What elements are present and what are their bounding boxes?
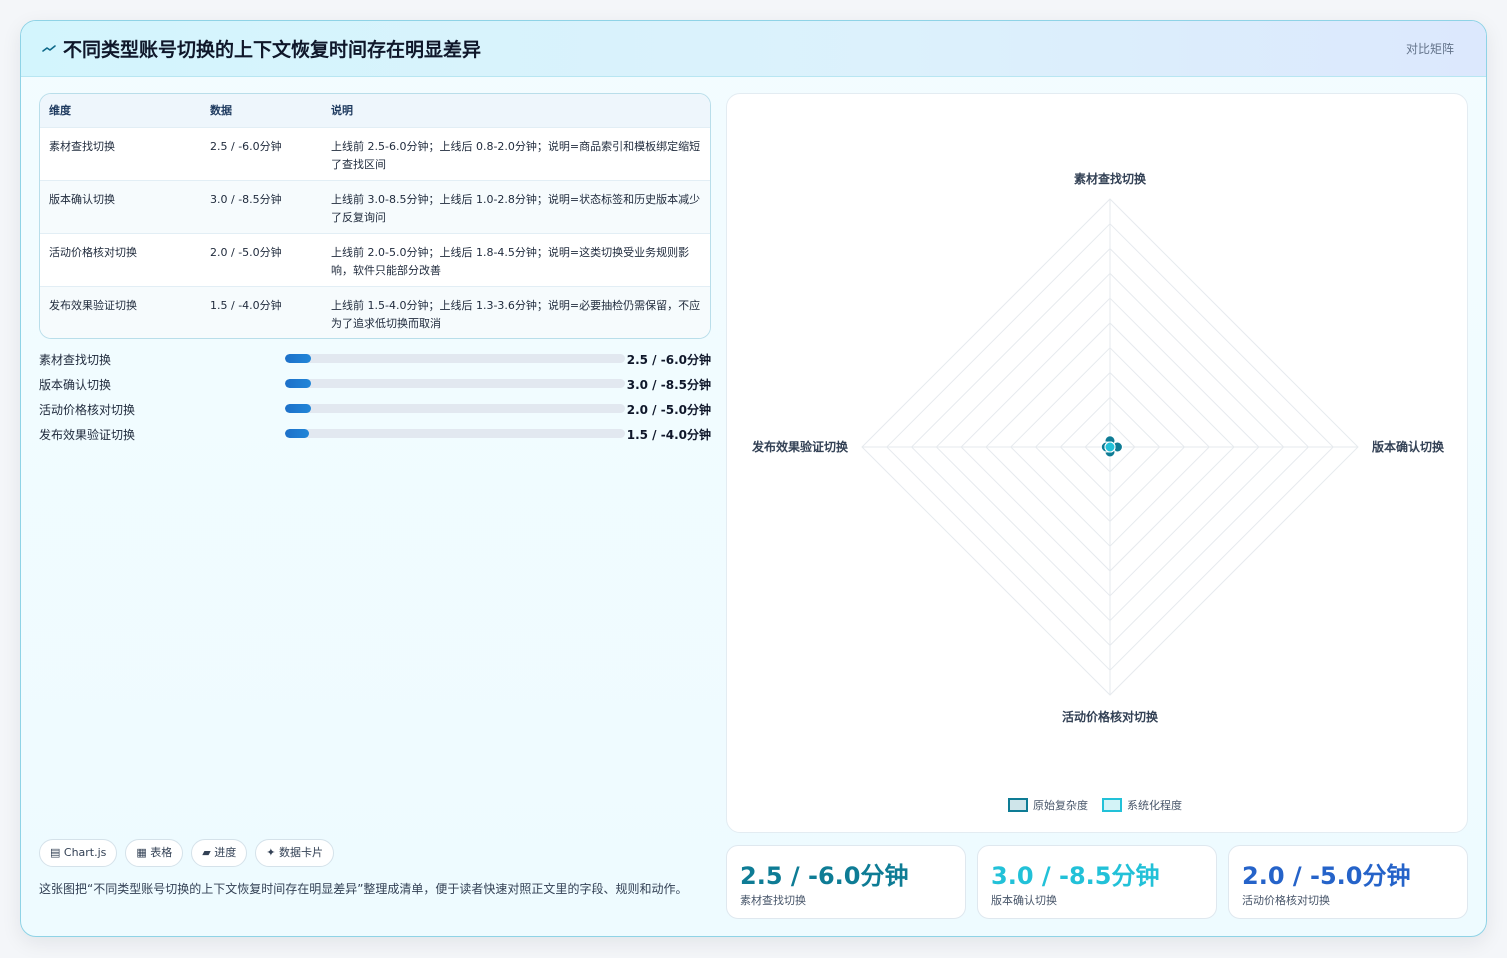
table-cell: 发布效果验证切换 bbox=[40, 285, 201, 338]
view-tag: 对比矩阵 bbox=[1405, 42, 1454, 56]
stat-card: 2.5 / -6.0分钟 素材查找切换 bbox=[726, 845, 966, 919]
table-cell: 2.5 / -6.0分钟 bbox=[201, 126, 322, 180]
progress-list: 素材查找切换 2.5 / -6.0分钟 版本确认切换 3.0 / -8.5分钟 … bbox=[39, 349, 711, 449]
table-cell: 上线前 3.0-8.5分钟；上线后 1.0-2.8分钟；说明=状态标签和历史版本… bbox=[322, 179, 710, 233]
stat-value: 2.0 / -5.0分钟 bbox=[1242, 862, 1411, 890]
progress-row: 活动价格核对切换 2.0 / -5.0分钟 bbox=[39, 399, 711, 424]
stat-label: 版本确认切换 bbox=[991, 894, 1057, 907]
progress-label: 素材查找切换 bbox=[39, 353, 112, 367]
chip-label: 进度 bbox=[214, 846, 237, 859]
progress-label: 活动价格核对切换 bbox=[39, 403, 136, 417]
stat-value: 3.0 / -8.5分钟 bbox=[991, 862, 1160, 890]
table-cell: 上线前 2.5-6.0分钟；上线后 0.8-2.0分钟；说明=商品索引和模板绑定… bbox=[322, 126, 710, 180]
stat-card: 3.0 / -8.5分钟 版本确认切换 bbox=[977, 845, 1217, 919]
stat-cards: 2.5 / -6.0分钟 素材查找切换 3.0 / -8.5分钟 版本确认切换 … bbox=[726, 845, 1468, 919]
table-header-row: 维度 数据 说明 bbox=[40, 94, 710, 127]
stat-value: 2.5 / -6.0分钟 bbox=[740, 862, 909, 890]
table-cell: 3.0 / -8.5分钟 bbox=[201, 179, 322, 233]
column-header: 数据 bbox=[210, 104, 232, 118]
progress-track bbox=[285, 379, 625, 388]
legend-swatch bbox=[1008, 798, 1028, 812]
progress-fill bbox=[285, 354, 311, 363]
radar-chart: 素材查找切换版本确认切换活动价格核对切换 发布效果验证切换原始复杂度 系统化程度 bbox=[751, 171, 1445, 812]
table-row: 活动价格核对切换 2.0 / -5.0分钟 上线前 2.0-5.0分钟；上线后 … bbox=[40, 232, 710, 286]
table-cell: 上线前 1.5-4.0分钟；上线后 1.3-3.6分钟；说明=必要抽检仍需保留，… bbox=[322, 285, 710, 338]
data-table: 维度 数据 说明 素材查找切换 2.5 / -6.0分钟 上线前 2.5-6.0… bbox=[39, 93, 711, 339]
table-row: 发布效果验证切换 1.5 / -4.0分钟 上线前 1.5-4.0分钟；上线后 … bbox=[40, 285, 710, 338]
stat-label: 素材查找切换 bbox=[740, 894, 806, 907]
chip-progress[interactable]: ▰ 进度 bbox=[191, 839, 248, 867]
table-row: 素材查找切换 2.5 / -6.0分钟 上线前 2.5-6.0分钟；上线后 0.… bbox=[40, 126, 710, 180]
card-header: 不同类型账号切换的上下文恢复时间存在明显差异 对比矩阵 bbox=[21, 21, 1486, 77]
column-header: 维度 bbox=[49, 104, 71, 118]
radar-axis-label: 素材查找切换 bbox=[1074, 171, 1147, 186]
radar-data-point bbox=[1104, 441, 1116, 453]
table-cell: 活动价格核对切换 bbox=[40, 232, 201, 286]
progress-track bbox=[285, 429, 625, 438]
progress-value: 3.0 / -8.5分钟 bbox=[626, 378, 711, 392]
progress-track bbox=[285, 404, 625, 413]
progress-row: 素材查找切换 2.5 / -6.0分钟 bbox=[39, 349, 711, 374]
progress-value: 2.0 / -5.0分钟 bbox=[626, 403, 711, 417]
radar-chart-panel: 素材查找切换版本确认切换活动价格核对切换 发布效果验证切换原始复杂度 系统化程度 bbox=[726, 93, 1468, 833]
progress-value: 2.5 / -6.0分钟 bbox=[626, 353, 711, 367]
matrix-card: 不同类型账号切换的上下文恢复时间存在明显差异 对比矩阵 维度 数据 说明 素材查… bbox=[20, 20, 1487, 937]
table-cell: 1.5 / -4.0分钟 bbox=[201, 285, 322, 338]
progress-track bbox=[285, 354, 625, 363]
chip-label: 表格 bbox=[150, 846, 173, 859]
chip-data-card[interactable]: ✦ 数据卡片 bbox=[255, 839, 334, 867]
table-cell: 上线前 2.0-5.0分钟；上线后 1.8-4.5分钟；说明=这类切换受业务规则… bbox=[322, 232, 710, 286]
table-cell: 2.0 / -5.0分钟 bbox=[201, 232, 322, 286]
column-header: 说明 bbox=[331, 104, 353, 118]
table-cell: 版本确认切换 bbox=[40, 179, 201, 233]
radar-axis-label: 活动价格核对切换 bbox=[1062, 709, 1159, 724]
progress-fill bbox=[285, 379, 311, 388]
chip-table[interactable]: ▦ 表格 bbox=[125, 839, 184, 867]
feature-chips: ▤ Chart.js ▦ 表格 ▰ 进度 ✦ 数据卡片 bbox=[39, 839, 334, 867]
progress-row: 版本确认切换 3.0 / -8.5分钟 bbox=[39, 374, 711, 399]
stat-label: 活动价格核对切换 bbox=[1242, 894, 1330, 907]
progress-row: 发布效果验证切换 1.5 / -4.0分钟 bbox=[39, 424, 711, 449]
page-title: 不同类型账号切换的上下文恢复时间存在明显差异 bbox=[63, 39, 482, 61]
progress-value: 1.5 / -4.0分钟 bbox=[626, 428, 711, 442]
legend-label: 原始复杂度 bbox=[1033, 798, 1088, 812]
legend-swatch bbox=[1102, 798, 1122, 812]
progress-label: 版本确认切换 bbox=[39, 378, 112, 392]
radar-axis-label: 版本确认切换 bbox=[1372, 439, 1445, 454]
progress-fill bbox=[285, 404, 311, 413]
legend-label: 系统化程度 bbox=[1127, 798, 1182, 812]
table-cell: 素材查找切换 bbox=[40, 126, 201, 180]
stat-card: 2.0 / -5.0分钟 活动价格核对切换 bbox=[1228, 845, 1468, 919]
chip-chartjs[interactable]: ▤ Chart.js bbox=[39, 839, 118, 867]
progress-fill bbox=[285, 429, 310, 438]
progress-label: 发布效果验证切换 bbox=[39, 428, 136, 442]
trend-icon bbox=[42, 45, 56, 52]
description-note: 这张图把“不同类型账号切换的上下文恢复时间存在明显差异”整理成清单，便于读者快速… bbox=[39, 882, 688, 896]
table-row: 版本确认切换 3.0 / -8.5分钟 上线前 3.0-8.5分钟；上线后 1.… bbox=[40, 179, 710, 233]
chip-label: Chart.js bbox=[63, 846, 107, 859]
radar-axis-label: 发布效果验证切换 bbox=[751, 439, 849, 454]
chip-label: 数据卡片 bbox=[278, 846, 323, 859]
